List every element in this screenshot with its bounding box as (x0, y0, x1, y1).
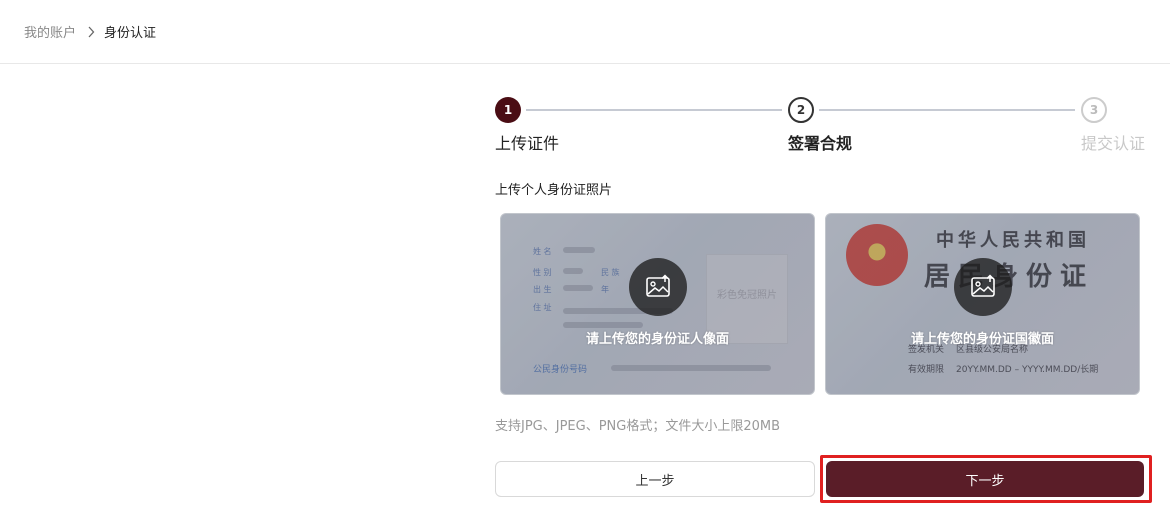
id-back-upload[interactable]: 中华人民共和国 居民身份证 签发机关 区县级公安局名称 有效期限 20YY.MM… (825, 213, 1140, 395)
prev-step-button[interactable]: 上一步 (495, 461, 815, 497)
breadcrumb-parent-link[interactable]: 我的账户 (24, 22, 76, 41)
breadcrumb-current: 身份认证 (104, 26, 157, 41)
step-3-indicator: 3 (1081, 97, 1107, 123)
chevron-right-icon (87, 26, 95, 38)
step-1-label: 上传证件 (495, 134, 560, 153)
id-front-prompt: 请上传您的身份证人像面 (585, 332, 729, 347)
step-connector-2 (819, 109, 1075, 111)
id-front-upload[interactable]: 姓 名 性 别 民 族 出 生 年 住 址 彩色免冠照片 公民身份号码 请上传您… (500, 213, 815, 395)
id-back-prompt: 请上传您的身份证国徽面 (910, 332, 1054, 347)
stepper: 1 2 3 上传证件 签署合规 提交认证 (495, 96, 1150, 156)
step-1-indicator: 1 (495, 97, 521, 123)
image-upload-icon[interactable] (953, 258, 1012, 316)
upload-section-title: 上传个人身份证照片 (495, 183, 613, 198)
image-upload-icon[interactable] (628, 258, 687, 316)
breadcrumb: 我的账户 身份认证 (0, 0, 1170, 64)
file-format-hint: 支持JPG、JPEG、PNG格式；文件大小上限20MB (495, 419, 781, 434)
step-2-label: 签署合规 (788, 134, 853, 153)
step-2-indicator: 2 (788, 97, 814, 123)
step-3-label: 提交认证 (1081, 134, 1146, 153)
next-step-button[interactable]: 下一步 (826, 461, 1144, 497)
step-connector-1 (526, 109, 782, 111)
